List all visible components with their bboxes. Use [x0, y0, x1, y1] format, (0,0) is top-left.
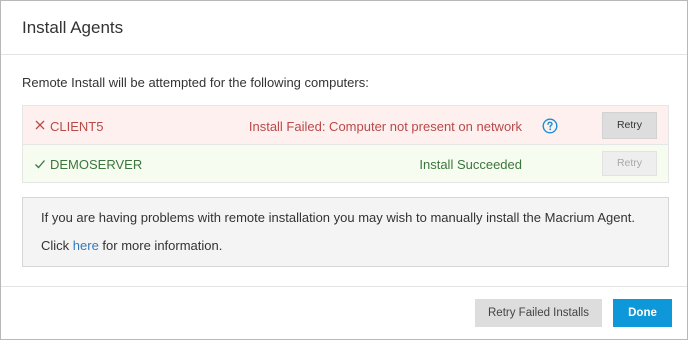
- computer-name: CLIENT5: [50, 119, 104, 134]
- retry-button[interactable]: Retry: [602, 112, 657, 139]
- result-row-failed: CLIENT5 Install Failed: Computer not pre…: [23, 106, 668, 145]
- dialog-footer: Retry Failed Installs Done: [1, 286, 687, 339]
- more-info-link[interactable]: here: [73, 238, 99, 253]
- info-text: If you are having problems with remote i…: [41, 210, 635, 225]
- retry-button-disabled: Retry: [602, 151, 657, 176]
- install-status-message: Install Succeeded: [419, 157, 522, 172]
- question-circle-icon[interactable]: [542, 118, 558, 134]
- info-suffix: for more information.: [98, 238, 223, 253]
- check-icon: [34, 157, 46, 169]
- done-button[interactable]: Done: [613, 299, 672, 327]
- info-prefix: Click: [41, 238, 73, 253]
- intro-text: Remote Install will be attempted for the…: [22, 75, 369, 90]
- install-results-list: CLIENT5 Install Failed: Computer not pre…: [22, 105, 669, 183]
- x-icon: [34, 118, 46, 130]
- dialog-header: Install Agents: [1, 1, 687, 55]
- retry-failed-installs-button[interactable]: Retry Failed Installs: [475, 299, 602, 327]
- install-agents-dialog: Install Agents Remote Install will be at…: [0, 0, 688, 340]
- install-status-message: Install Failed: Computer not present on …: [248, 119, 522, 134]
- manual-install-info-box: If you are having problems with remote i…: [22, 197, 669, 267]
- dialog-title: Install Agents: [22, 18, 124, 37]
- computer-name: DEMOSERVER: [50, 157, 143, 172]
- info-more-text: Click here for more information.: [41, 238, 222, 253]
- result-row-success: DEMOSERVER Install Succeeded Retry: [23, 145, 668, 182]
